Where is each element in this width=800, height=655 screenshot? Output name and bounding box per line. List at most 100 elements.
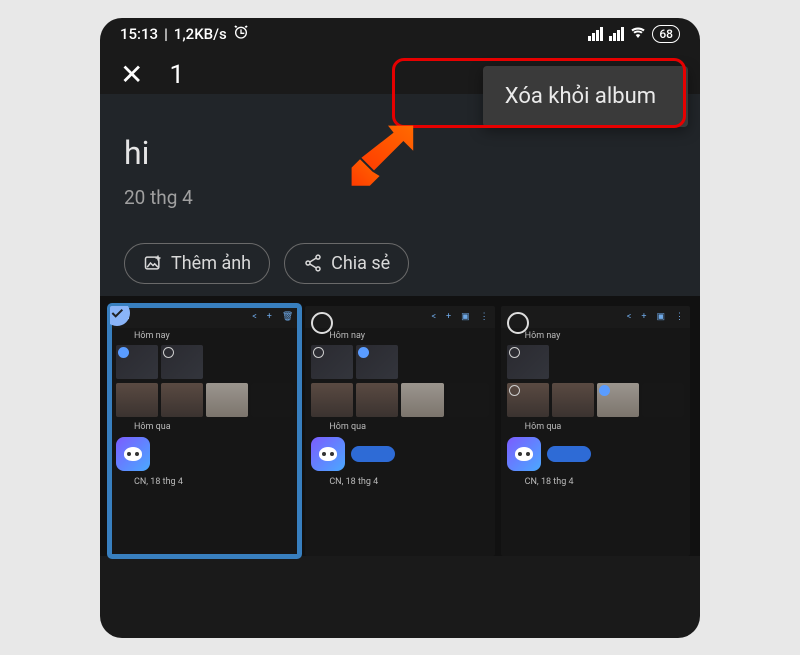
mini-actions: < + ▣ ⋮ <box>431 312 488 322</box>
mini-group-sun: CN, 18 thg 4 <box>501 474 690 489</box>
mini-share-icon: < <box>431 312 436 322</box>
mini-cell <box>311 345 353 379</box>
app-icon <box>507 437 541 471</box>
mini-cell <box>206 383 248 417</box>
mini-group-today: Hôm nay <box>110 328 299 343</box>
mini-share-icon: < <box>252 312 257 322</box>
mini-cell <box>597 383 639 417</box>
status-net-speed: 1,2KB/s <box>174 25 227 43</box>
mini-cell <box>552 383 594 417</box>
mini-row <box>305 343 494 381</box>
phone-frame: 15:13 | 1,2KB/s 68 ✕ 1 Xóa khỏi album <box>100 18 700 638</box>
menu-item-remove-from-album[interactable]: Xóa khỏi album <box>505 84 656 109</box>
mini-cell <box>642 345 684 379</box>
mini-plus-icon: + <box>267 312 272 322</box>
battery-percent: 68 <box>659 27 673 41</box>
share-label: Chia sẻ <box>331 253 390 274</box>
mini-cell <box>311 383 353 417</box>
mini-more-icon: ⋮ <box>675 312 684 322</box>
mini-actions: < + 🗑 <box>252 312 293 322</box>
mini-icon-row <box>305 434 494 474</box>
photo-thumb-2[interactable]: < + ▣ ⋮ Hôm nay Hôm qua <box>305 306 494 556</box>
add-photo-button[interactable]: Thêm ảnh <box>124 243 270 284</box>
mini-row <box>110 381 299 419</box>
mini-cell <box>356 383 398 417</box>
thumbnail-grid: ✕ 1 < + 🗑 Hôm nay Hôm qua <box>100 296 700 556</box>
album-date: 20 thg 4 <box>124 186 676 209</box>
tiny-check-icon <box>118 347 129 358</box>
battery-indicator: 68 <box>652 25 680 43</box>
mini-group-yesterday: Hôm qua <box>305 419 494 434</box>
mini-cell <box>206 345 248 379</box>
mini-plus-icon: + <box>446 312 451 322</box>
mini-pill-button <box>547 446 591 462</box>
mini-group-yesterday: Hôm qua <box>501 419 690 434</box>
mini-topbar: ✕ 1 < + 🗑 <box>110 306 299 328</box>
mini-more-icon: ⋮ <box>480 312 489 322</box>
status-separator: | <box>164 25 168 43</box>
share-icon <box>303 253 323 273</box>
status-left: 15:13 | 1,2KB/s <box>120 24 249 44</box>
signal-icon-1 <box>588 27 603 41</box>
photo-thumb-3[interactable]: < + ▣ ⋮ Hôm nay Hôm qua <box>501 306 690 556</box>
tiny-check-icon <box>358 347 369 358</box>
mini-cell <box>116 383 158 417</box>
mini-group-today: Hôm nay <box>305 328 494 343</box>
mini-cell <box>116 345 158 379</box>
mini-cell <box>251 345 293 379</box>
mini-cell <box>356 345 398 379</box>
tiny-ring-icon <box>509 385 520 396</box>
mini-cell <box>161 345 203 379</box>
selection-count: 1 <box>169 60 184 90</box>
mini-icon-row <box>501 434 690 474</box>
mini-cell <box>401 345 443 379</box>
status-right: 68 <box>588 24 680 44</box>
unselected-ring-icon <box>507 312 529 334</box>
tiny-check-icon <box>599 385 610 396</box>
mini-share-icon: < <box>627 312 632 322</box>
mini-cell <box>251 383 293 417</box>
close-selection-button[interactable]: ✕ <box>120 61 143 89</box>
tiny-ring-icon <box>163 347 174 358</box>
mini-group-today: Hôm nay <box>501 328 690 343</box>
mini-row <box>501 381 690 419</box>
mini-row <box>501 343 690 381</box>
mini-cell <box>161 383 203 417</box>
mini-group-sun: CN, 18 thg 4 <box>110 474 299 489</box>
mini-icon-row <box>110 434 299 474</box>
mini-group-sun: CN, 18 thg 4 <box>305 474 494 489</box>
mini-copy-icon: ▣ <box>461 312 470 322</box>
mini-cell <box>447 383 489 417</box>
mini-actions: < + ▣ ⋮ <box>627 312 684 322</box>
unselected-ring-icon <box>311 312 333 334</box>
wifi-icon <box>630 24 646 44</box>
alarm-icon <box>233 24 249 44</box>
tiny-ring-icon <box>313 347 324 358</box>
mini-cell <box>507 383 549 417</box>
add-photo-label: Thêm ảnh <box>171 253 251 274</box>
signal-icon-2 <box>609 27 624 41</box>
mini-plus-icon: + <box>641 312 646 322</box>
album-actions: Thêm ảnh Chia sẻ <box>124 243 676 284</box>
mini-group-yesterday: Hôm qua <box>110 419 299 434</box>
mini-cell <box>552 345 594 379</box>
context-menu: Xóa khỏi album <box>483 66 688 127</box>
mini-cell <box>447 345 489 379</box>
share-button[interactable]: Chia sẻ <box>284 243 409 284</box>
app-icon <box>311 437 345 471</box>
mini-cell <box>507 345 549 379</box>
photo-thumb-1[interactable]: ✕ 1 < + 🗑 Hôm nay Hôm qua <box>110 306 299 556</box>
mini-cell <box>597 345 639 379</box>
mini-cell <box>401 383 443 417</box>
mini-pill-button <box>351 446 395 462</box>
mini-trash-icon: 🗑 <box>282 312 293 322</box>
status-bar: 15:13 | 1,2KB/s 68 <box>100 18 700 46</box>
add-photo-icon <box>143 253 163 273</box>
mini-cell <box>642 383 684 417</box>
status-time: 15:13 <box>120 25 158 43</box>
app-icon <box>116 437 150 471</box>
album-title: hi <box>124 134 676 172</box>
mini-row <box>110 343 299 381</box>
mini-copy-icon: ▣ <box>656 312 665 322</box>
mini-topbar: < + ▣ ⋮ <box>305 306 494 328</box>
